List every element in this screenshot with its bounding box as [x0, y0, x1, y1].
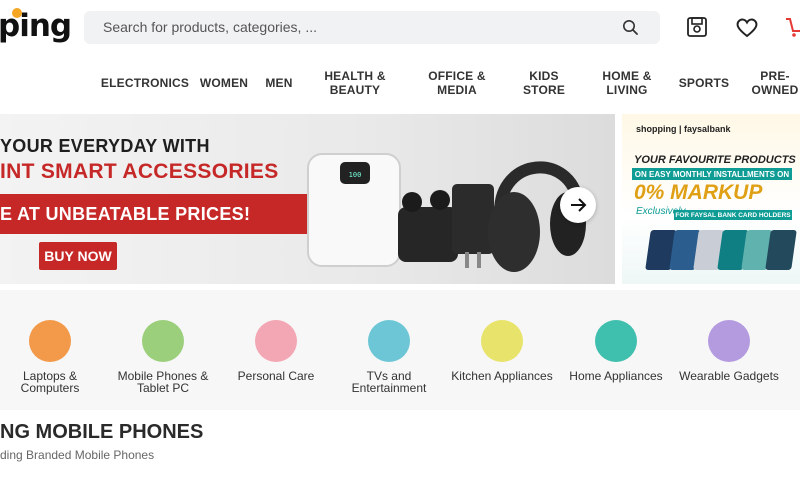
banner-headline: YOUR EVERYDAY WITH [0, 136, 210, 156]
site-logo[interactable]: ping [0, 6, 72, 46]
buy-now-button[interactable]: BUY NOW [39, 242, 117, 270]
nav-item-kids-store[interactable]: KIDS STORE [516, 62, 572, 104]
category-label: Personal Care [237, 369, 315, 383]
hero-banner[interactable]: YOUR EVERYDAY WITH INT SMART ACCESSORIES… [0, 114, 615, 284]
search-icon[interactable] [622, 19, 638, 35]
promo-line1: YOUR FAVOURITE PRODUCTS [634, 154, 796, 166]
category-tvs[interactable]: TVs and Entertainment [334, 320, 444, 394]
save-for-later-icon[interactable] [684, 14, 710, 40]
arrow-right-icon [571, 198, 587, 212]
category-label: Wearable Gadgets [679, 369, 779, 383]
section-title: NG MOBILE PHONES [0, 421, 204, 443]
tv-icon [368, 320, 410, 362]
search-bar[interactable]: Search for products, categories, ... [84, 11, 660, 44]
category-wearables[interactable]: Wearable Gadgets [674, 320, 784, 382]
banner-tagline: E AT UNBEATABLE PRICES! [0, 204, 251, 224]
nav-item-health-beauty[interactable]: HEALTH & BEAUTY [322, 62, 388, 104]
category-home-appliances[interactable]: Home Appliances [561, 320, 671, 382]
category-kitchen[interactable]: Kitchen Appliances [447, 320, 557, 382]
banner-subheadline: INT SMART ACCESSORIES [0, 160, 279, 183]
side-promo-banner[interactable]: shopping | faysalbank YOUR FAVOURITE PRO… [622, 114, 800, 284]
promo-cardholders: FOR FAYSAL BANK CARD HOLDERS [674, 210, 792, 220]
nav-item-men[interactable]: MEN [262, 62, 296, 104]
section-subtitle: ding Branded Mobile Phones [0, 448, 155, 462]
home-appliance-icon [595, 320, 637, 362]
svg-text:100: 100 [349, 171, 362, 179]
promo-brand: shopping | faysalbank [636, 124, 731, 134]
promo-line2: ON EASY MONTHLY INSTALLMENTS ON [632, 168, 792, 180]
wearable-icon [708, 320, 750, 362]
logo-dot [12, 8, 22, 18]
nav-item-women[interactable]: WOMEN [198, 62, 250, 104]
carousel-next-button[interactable] [560, 187, 596, 223]
category-mobile-phones[interactable]: Mobile Phones & Tablet PC [108, 320, 218, 394]
personal-care-icon [255, 320, 297, 362]
cart-icon[interactable] [784, 14, 800, 40]
category-nav: ELECTRONICS WOMEN MEN HEALTH & BEAUTY OF… [0, 62, 800, 104]
category-laptops[interactable]: Laptops & Computers [0, 320, 105, 394]
laptop-icon [29, 320, 71, 362]
heart-icon[interactable] [734, 14, 760, 40]
nav-item-home-living[interactable]: HOME & LIVING [598, 62, 656, 104]
category-label: Laptops & Computers [20, 369, 80, 395]
kitchen-appliance-icon [481, 320, 523, 362]
header: ping Search for products, categories, ..… [0, 0, 800, 56]
nav-item-sports[interactable]: SPORTS [678, 62, 730, 104]
promo-markup: 0% MARKUP [634, 181, 763, 204]
nav-item-pre-owned[interactable]: PRE-OWNED [750, 62, 800, 104]
category-label: Mobile Phones & Tablet PC [117, 369, 209, 395]
category-strip: Laptops & Computers Mobile Phones & Tabl… [0, 290, 800, 410]
category-label: TVs and Entertainment [351, 369, 427, 395]
logo-text: ping [0, 8, 72, 44]
product-illustration: 100 [307, 153, 586, 272]
category-label: Kitchen Appliances [451, 369, 553, 383]
category-label: Home Appliances [569, 369, 663, 383]
nav-item-electronics[interactable]: ELECTRONICS [101, 62, 189, 104]
bank-card [765, 230, 797, 270]
category-personal-care[interactable]: Personal Care [221, 320, 331, 382]
search-input[interactable]: Search for products, categories, ... [103, 19, 317, 35]
phone-icon [142, 320, 184, 362]
nav-item-office-media[interactable]: OFFICE & MEDIA [426, 62, 488, 104]
